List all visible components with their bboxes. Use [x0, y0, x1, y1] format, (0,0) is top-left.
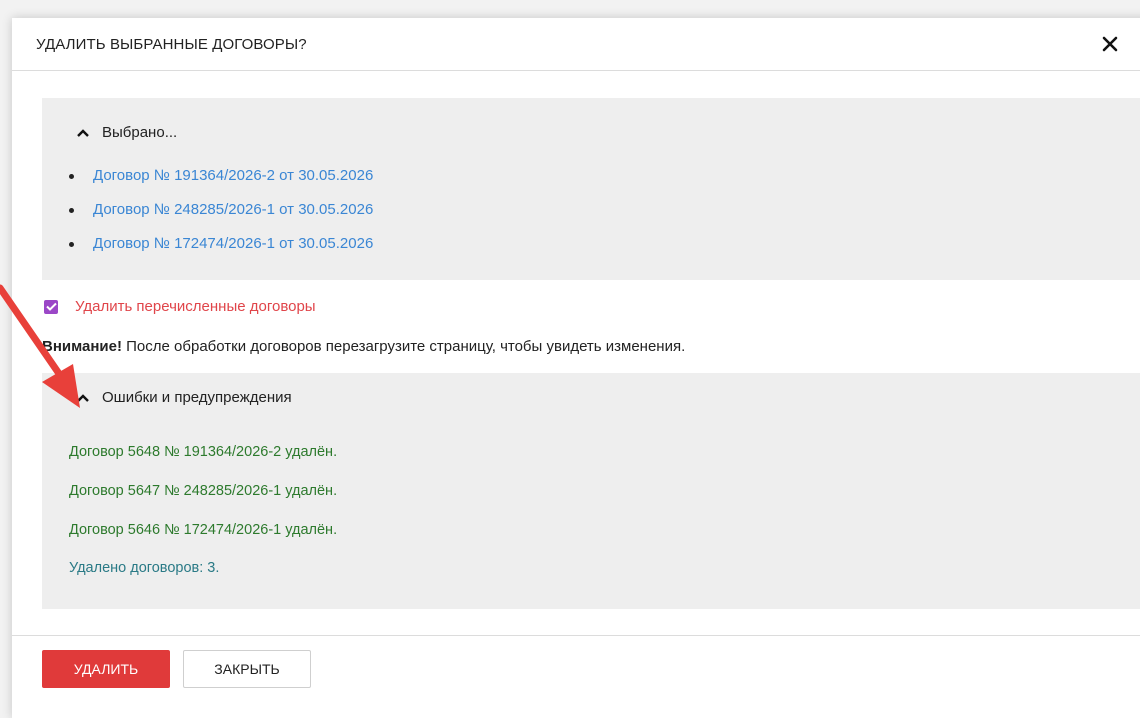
warning-text: После обработки договоров перезагрузите …	[121, 338, 686, 355]
contract-link-2[interactable]: Договор № 248285/2026-1 от 30.05.2026	[93, 200, 373, 220]
selected-toggle-label: Выбрано...	[102, 124, 178, 141]
contract-link-3[interactable]: Договор № 172474/2026-1 от 30.05.2026	[93, 234, 373, 254]
errors-warnings-panel: Ошибки и предупреждения Договор 5648 № 1…	[42, 373, 1140, 609]
delete-button[interactable]: УДАЛИТЬ	[42, 650, 170, 688]
dialog-title: УДАЛИТЬ ВЫБРАННЫЕ ДОГОВОРЫ?	[36, 36, 307, 53]
warning-bold: Внимание!	[42, 338, 122, 355]
close-dialog-button[interactable]: ЗАКРЫТЬ	[183, 650, 311, 688]
errors-toggle-label: Ошибки и предупреждения	[102, 389, 292, 406]
result-message-2: Договор 5647 № 248285/2026-1 удалён.	[69, 483, 338, 499]
close-button[interactable]	[1098, 32, 1122, 56]
delete-listed-checkbox[interactable]	[44, 299, 58, 314]
checkmark-icon	[45, 302, 57, 311]
selected-toggle[interactable]: Выбрано...	[76, 124, 177, 141]
chevron-up-icon	[77, 128, 89, 137]
chevron-up-icon	[77, 393, 89, 402]
reload-warning: Внимание! После обработки договоров пере…	[42, 338, 685, 355]
delete-contracts-dialog: УДАЛИТЬ ВЫБРАННЫЕ ДОГОВОРЫ? Выбрано... Д…	[12, 18, 1140, 718]
bullet-icon	[69, 242, 74, 247]
selected-contracts-panel: Выбрано... Договор № 191364/2026-2 от 30…	[42, 98, 1140, 280]
bullet-icon	[69, 174, 74, 179]
result-message-3: Договор 5646 № 172474/2026-1 удалён.	[69, 522, 338, 538]
footer-divider	[12, 635, 1140, 636]
errors-toggle[interactable]: Ошибки и предупреждения	[76, 389, 292, 406]
dialog-header: УДАЛИТЬ ВЫБРАННЫЕ ДОГОВОРЫ?	[12, 18, 1140, 71]
bullet-icon	[69, 208, 74, 213]
close-icon	[1102, 36, 1118, 52]
contract-link-1[interactable]: Договор № 191364/2026-2 от 30.05.2026	[93, 166, 373, 186]
deleted-count-summary: Удалено договоров: 3.	[69, 560, 220, 576]
delete-listed-checkbox-row[interactable]: Удалить перечисленные договоры	[44, 298, 316, 315]
result-message-1: Договор 5648 № 191364/2026-2 удалён.	[69, 444, 338, 460]
delete-listed-label: Удалить перечисленные договоры	[75, 298, 316, 315]
